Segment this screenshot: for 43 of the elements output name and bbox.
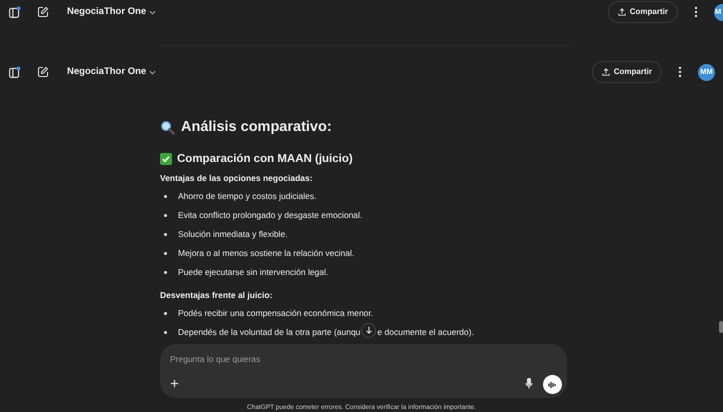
list-item-text: Ahorro de tiempo y costos judiciales. <box>178 190 316 203</box>
list-item-text: Solución inmediata y flexible. <box>178 228 288 241</box>
model-selector[interactable]: NegociaThor One <box>65 4 158 20</box>
more-options-icon[interactable] <box>694 6 698 18</box>
model-selector[interactable]: NegociaThor One <box>65 64 158 80</box>
scrollbar-thumb[interactable] <box>719 321 723 333</box>
bullet <box>164 252 167 255</box>
list-label: Ventajas de las opciones negociadas: <box>160 172 314 185</box>
new-chat-icon[interactable] <box>37 66 49 78</box>
scroll-down-button[interactable] <box>361 322 376 338</box>
arrow-down-icon <box>364 326 373 334</box>
voice-mode-button[interactable] <box>543 375 562 394</box>
share-button[interactable]: Compartir <box>608 1 678 23</box>
microphone-icon[interactable] <box>525 378 533 389</box>
new-chat-icon[interactable] <box>37 6 49 18</box>
chevron-icon <box>149 70 156 74</box>
checkbox-icon <box>160 153 172 166</box>
bullet <box>164 232 167 236</box>
bullet <box>164 330 167 334</box>
section-heading: Análisis comparativo: <box>181 118 332 137</box>
waveform-icon <box>548 380 557 388</box>
list-item-text: e documente el acuerdo). <box>377 326 474 338</box>
list-item-text: Puede ejecutarse sin intervención legal. <box>178 266 328 279</box>
bullet <box>164 270 167 274</box>
plus-icon[interactable] <box>170 379 179 388</box>
sidebar-icon[interactable] <box>8 66 21 78</box>
list-label: Desventajas frente al juicio: <box>160 288 274 302</box>
list-item-text: Mejora o al menos sostiene la relación vecinal. <box>178 246 354 260</box>
bullet <box>164 194 167 198</box>
more-options-icon[interactable] <box>678 66 682 78</box>
list-item-text: Evita conflicto prolongado y desgaste emocional. <box>178 208 362 222</box>
bullet <box>164 214 167 217</box>
list-item-text: Podés recibir una compensación económica menor. <box>178 306 374 320</box>
chevron-icon <box>149 10 156 14</box>
share-button[interactable]: Compartir <box>592 61 662 83</box>
list-item-text: Dependés de la voluntad de la otra parte (aunqu <box>178 326 360 338</box>
subheading: Comparación con MAAN (juicio) <box>177 152 353 167</box>
magnifier-icon <box>160 120 175 136</box>
prompt-input[interactable]: Pregunta lo que quieras <box>170 353 470 366</box>
bullet <box>164 312 167 314</box>
upload-icon <box>618 8 626 16</box>
sidebar-icon[interactable] <box>8 6 21 18</box>
upload-icon <box>602 68 610 76</box>
